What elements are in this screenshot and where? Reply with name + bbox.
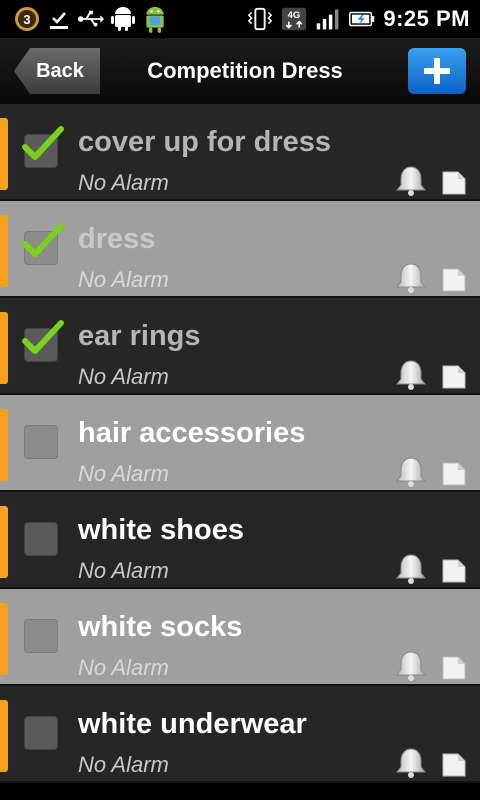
bell-icon[interactable]: [394, 746, 428, 780]
item-accent-stripe: [0, 700, 8, 772]
list-item[interactable]: white underwear No Alarm: [0, 686, 480, 783]
item-alarm-status: No Alarm: [78, 461, 169, 486]
note-icon[interactable]: [441, 752, 467, 778]
item-alarm-status: No Alarm: [78, 655, 169, 680]
download-complete-icon[interactable]: [46, 6, 72, 32]
item-checkbox[interactable]: [22, 126, 64, 168]
bell-icon[interactable]: [394, 164, 428, 198]
title-bar: Back Competition Dress: [0, 38, 480, 105]
item-name: white socks: [78, 611, 243, 643]
checkmark-icon: [22, 126, 64, 160]
item-name: cover up for dress: [78, 126, 332, 158]
item-checkbox[interactable]: [24, 522, 58, 556]
battery-charging-icon: [349, 6, 375, 32]
list-item[interactable]: cover up for dress No Alarm: [0, 104, 480, 201]
item-accent-stripe: [0, 312, 8, 384]
item-checkbox[interactable]: [24, 425, 58, 459]
signal-strength-icon: [315, 6, 341, 32]
bell-icon[interactable]: [394, 455, 428, 489]
android-debug-icon[interactable]: [110, 6, 136, 32]
status-clock: 9:25 PM: [383, 6, 470, 31]
list-item[interactable]: hair accessories No Alarm: [0, 395, 480, 492]
usb-icon[interactable]: [78, 6, 104, 32]
item-name: white underwear: [78, 708, 307, 740]
item-accent-stripe: [0, 506, 8, 578]
item-accent-stripe: [0, 603, 8, 675]
page-title: Competition Dress: [147, 58, 343, 83]
list-item[interactable]: white shoes No Alarm: [0, 492, 480, 589]
add-item-button[interactable]: [408, 48, 466, 94]
item-checkbox[interactable]: [24, 716, 58, 750]
item-accent-stripe: [0, 215, 8, 287]
checkmark-icon: [22, 320, 64, 354]
checklist: cover up for dress No Alarm dress No Ala…: [0, 104, 480, 783]
status-bar: 3 4G 9:25 PM: [0, 0, 480, 38]
item-name: dress: [78, 223, 156, 255]
bell-icon[interactable]: [394, 552, 428, 586]
item-name: white shoes: [78, 514, 244, 546]
item-alarm-status: No Alarm: [78, 752, 169, 777]
item-checkbox[interactable]: [22, 223, 64, 265]
item-alarm-status: No Alarm: [78, 267, 169, 292]
android-app-icon[interactable]: [142, 6, 168, 33]
list-item[interactable]: ear rings No Alarm: [0, 298, 480, 395]
network-label: 4G: [288, 10, 301, 21]
bell-icon[interactable]: [394, 649, 428, 683]
item-alarm-status: No Alarm: [78, 170, 169, 195]
plus-icon: [424, 58, 450, 84]
item-checkbox[interactable]: [24, 619, 58, 653]
network-4g-icon: 4G: [281, 6, 307, 32]
bell-icon[interactable]: [394, 261, 428, 295]
item-name: ear rings: [78, 320, 201, 352]
item-alarm-status: No Alarm: [78, 364, 169, 389]
item-accent-stripe: [0, 118, 8, 190]
back-button[interactable]: Back: [14, 48, 100, 94]
note-icon[interactable]: [441, 170, 467, 196]
note-icon[interactable]: [441, 267, 467, 293]
notification-count-icon[interactable]: 3: [14, 6, 40, 32]
checkmark-icon: [22, 223, 64, 257]
note-icon[interactable]: [441, 364, 467, 390]
bell-icon[interactable]: [394, 358, 428, 392]
list-item[interactable]: white socks No Alarm: [0, 589, 480, 686]
notification-count: 3: [23, 12, 30, 27]
item-accent-stripe: [0, 409, 8, 481]
list-item[interactable]: dress No Alarm: [0, 201, 480, 298]
note-icon[interactable]: [441, 461, 467, 487]
note-icon[interactable]: [441, 558, 467, 584]
note-icon[interactable]: [441, 655, 467, 681]
item-alarm-status: No Alarm: [78, 558, 169, 583]
vibrate-icon: [247, 6, 273, 32]
item-checkbox[interactable]: [22, 320, 64, 362]
item-name: hair accessories: [78, 417, 306, 449]
